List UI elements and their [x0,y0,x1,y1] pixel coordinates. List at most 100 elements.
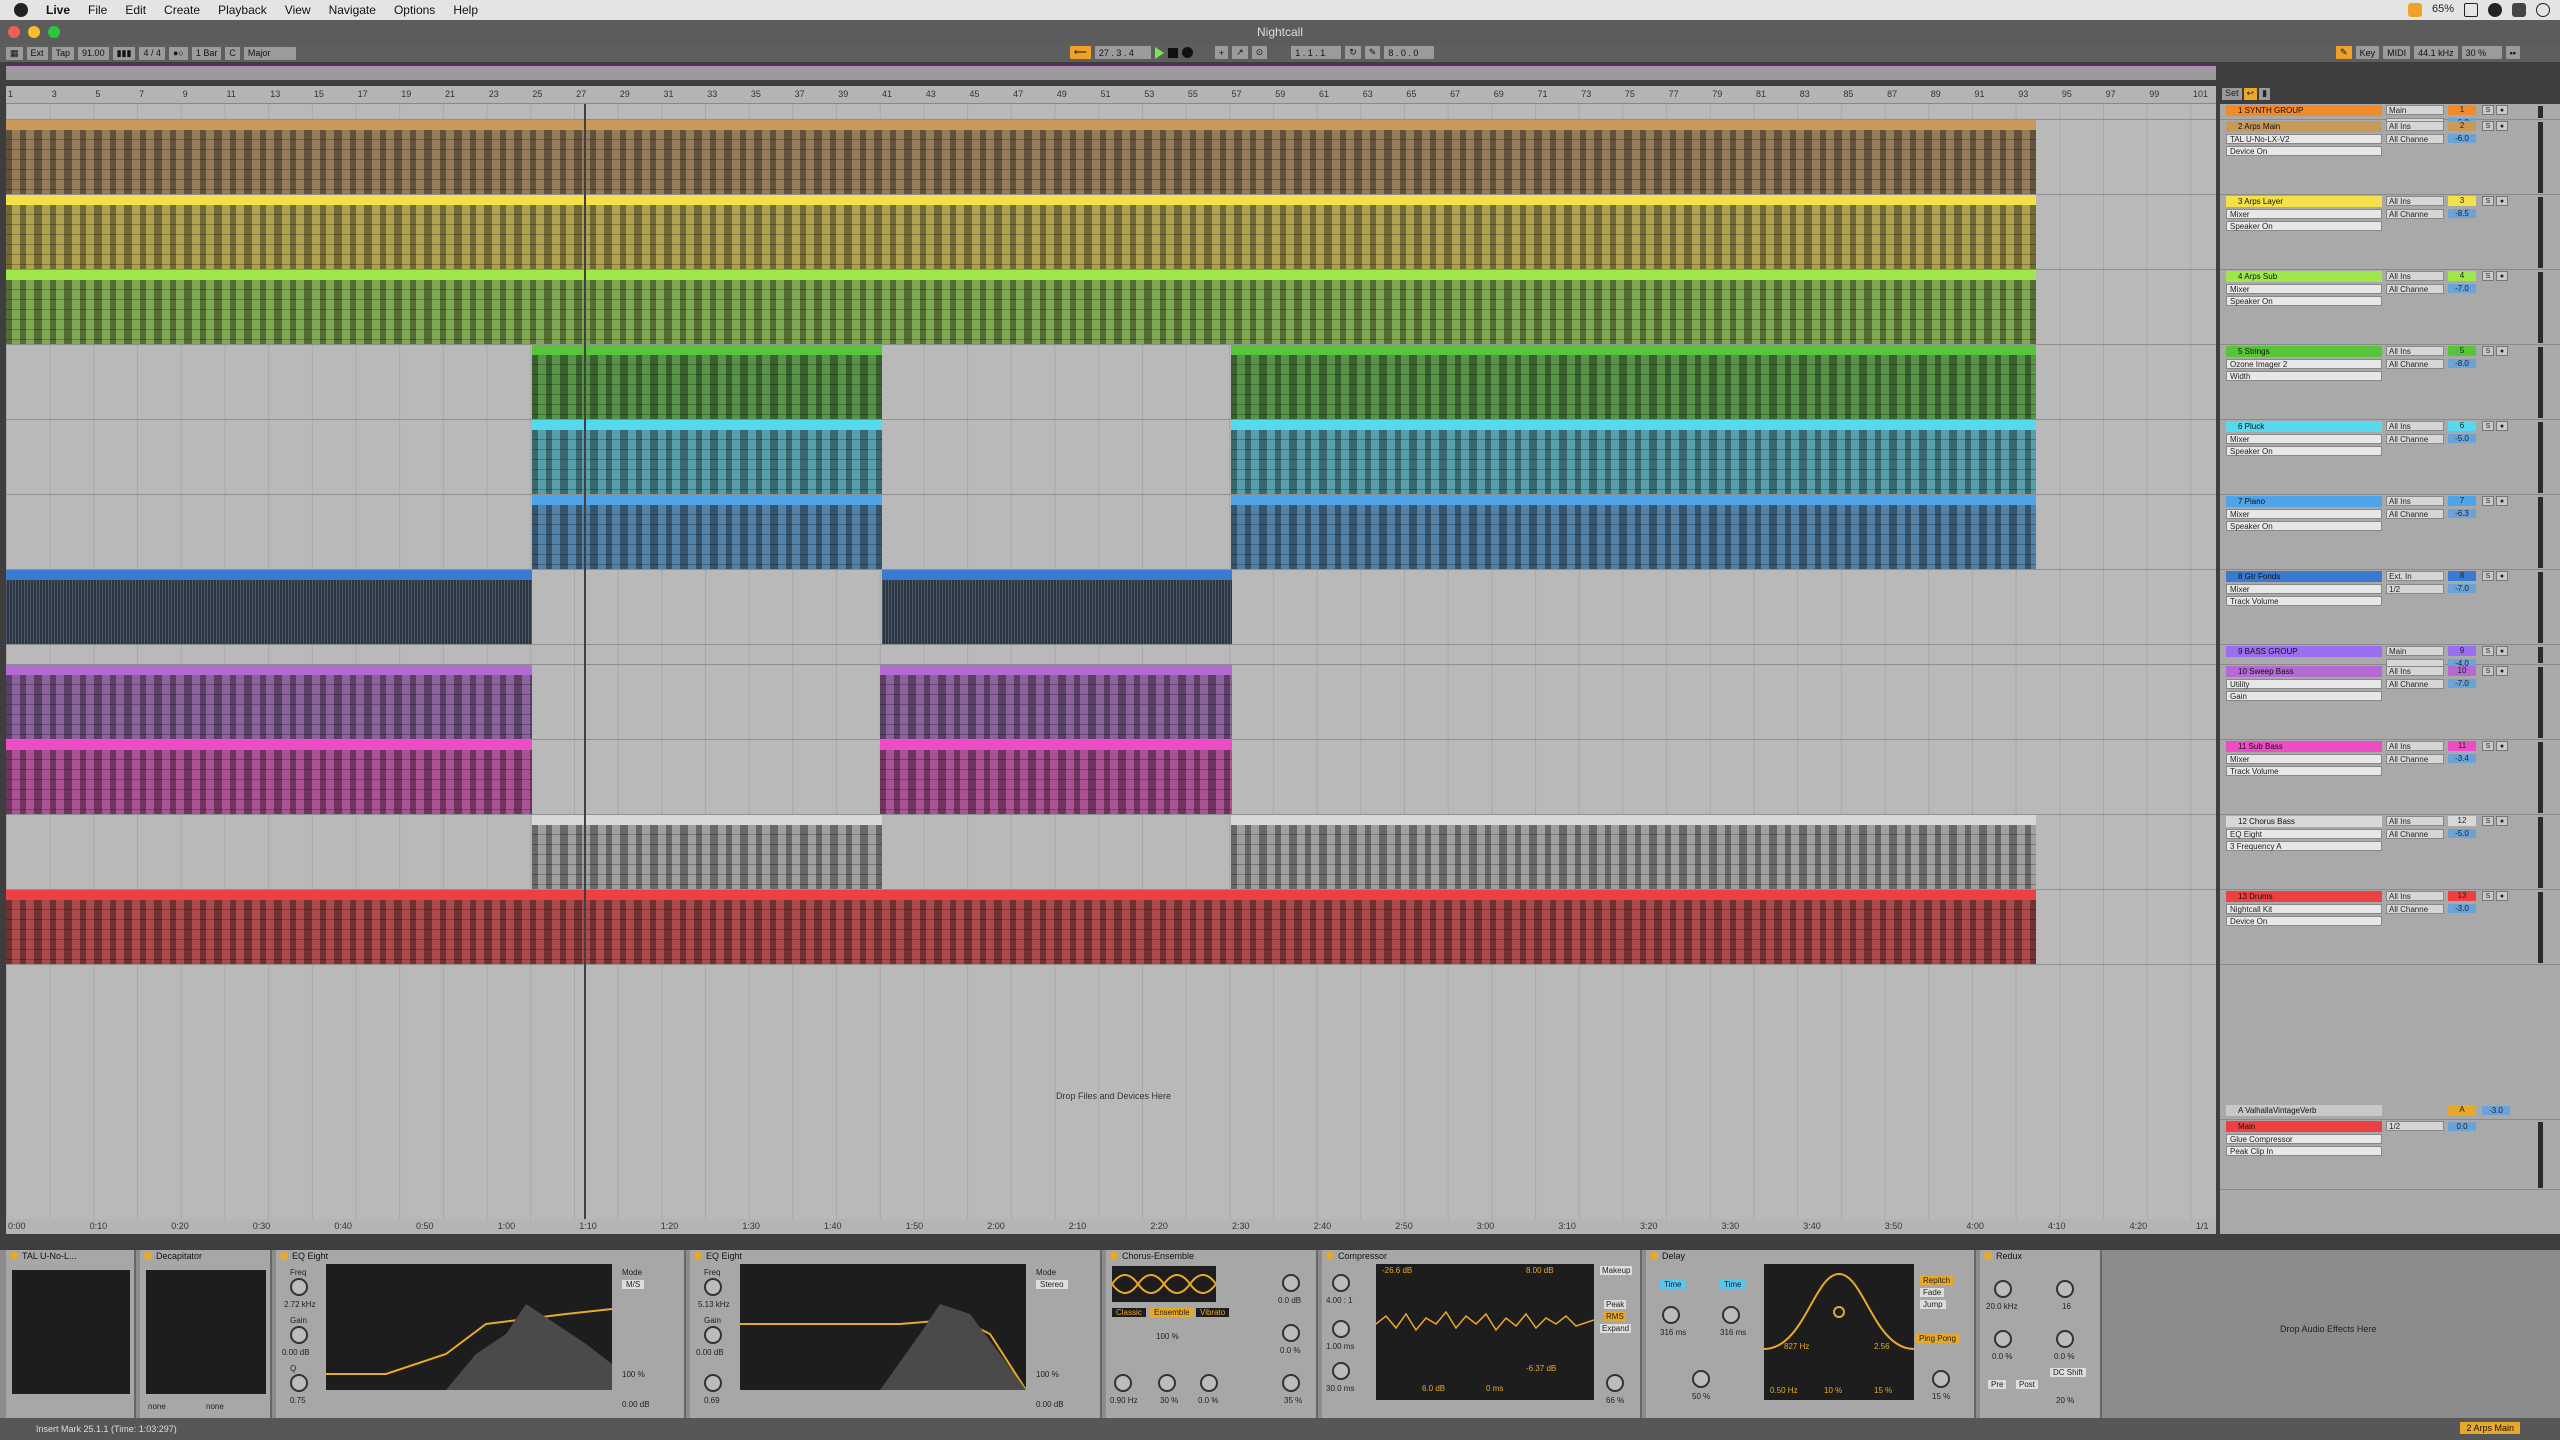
chorus-display[interactable] [1111,1266,1217,1302]
input-type-select[interactable]: Main [2386,105,2444,115]
solo-button[interactable]: S [2482,105,2494,115]
jitter-knob[interactable] [1994,1330,2012,1348]
signature-field[interactable]: 4 / 4 [139,46,165,60]
solo-button[interactable]: S [2482,121,2494,131]
device-title[interactable]: Compressor [1322,1250,1640,1262]
device-tal-u-no[interactable]: TAL U-No-L... [6,1250,136,1418]
track-name[interactable]: 8 Gtr Fonds [2226,571,2382,582]
arrangement-track-lane[interactable] [6,740,2216,815]
midi-clip[interactable] [1231,815,2036,889]
gain-knob[interactable] [704,1326,722,1344]
device-title[interactable]: Redux [1980,1250,2100,1262]
quantize-select[interactable]: 1 Bar [191,46,222,60]
input-channel-select[interactable]: All Channe [2386,754,2444,764]
parameter-chooser[interactable]: Device On [2226,146,2382,156]
mode-ensemble[interactable]: Ensemble [1150,1308,1194,1317]
menu-playback[interactable]: Playback [218,3,267,17]
input-type-select[interactable]: All Ins [2386,891,2444,901]
compressor-display[interactable]: -26.6 dB 8.00 dB -6.37 dB 6.0 dB 0 ms [1376,1264,1594,1400]
track-activator[interactable]: 3 [2448,196,2476,206]
midi-clip[interactable] [6,740,532,814]
track-volume[interactable]: -5.0 [2448,434,2476,443]
midi-clip[interactable] [1231,345,2036,419]
track-volume[interactable]: -5.0 [2448,829,2476,838]
menu-file[interactable]: File [88,3,107,17]
makeup-button[interactable]: Makeup [1600,1266,1633,1275]
solo-button[interactable]: S [2482,666,2494,676]
mode-select[interactable]: M/S [622,1280,645,1289]
arm-button[interactable]: ● [2496,105,2508,115]
track-volume[interactable]: -3.0 [2448,904,2476,913]
arm-button[interactable]: ● [2496,741,2508,751]
tempo-field[interactable]: 91.00 [78,46,109,60]
filter-display[interactable]: 827 Hz 2.56 0.50 Hz 10 % 15 % [1763,1264,1915,1400]
master-track-header[interactable]: Main Glue Compressor Peak Clip In 1/2 0.0 [2220,1120,2560,1190]
user-icon[interactable] [2488,3,2502,17]
minimize-window-icon[interactable] [28,26,40,38]
input-channel-select[interactable]: All Channe [2386,679,2444,689]
input-type-select[interactable]: Ext. In [2386,571,2444,581]
beat-time-ruler[interactable]: 1 3 5 7 9 11 13 15 17 19 21 23 25 27 29 31 33 35 37 39 41 43 4… [6,86,2216,104]
arrangement-view[interactable]: Drop Files and Devices Here [6,104,2216,1219]
parameter-chooser[interactable]: 3 Frequency A [2226,841,2382,851]
midi-clip[interactable] [880,740,1232,814]
left-time-button[interactable]: Time [1660,1280,1686,1289]
device-chooser[interactable]: Glue Compressor [2226,1134,2382,1144]
output-value[interactable]: 0.00 dB [1036,1400,1064,1409]
track-name[interactable]: 3 Arps Layer [2226,196,2382,207]
arm-button[interactable]: ● [2496,271,2508,281]
arm-button[interactable]: ● [2496,196,2508,206]
parameter-chooser[interactable]: Speaker On [2226,521,2382,531]
eq-display[interactable] [326,1264,612,1390]
clip-header[interactable] [1231,495,2036,505]
solo-button[interactable]: S [2482,496,2494,506]
stop-icon[interactable] [1167,47,1178,58]
dc-shift-button[interactable]: DC Shift [2050,1368,2086,1377]
device-chooser[interactable]: Utility [2226,679,2382,689]
lookahead-value[interactable]: 0 ms [1486,1384,1503,1393]
play-icon[interactable] [1154,46,1164,59]
clip-header[interactable] [6,270,2036,280]
threshold-value[interactable]: -26.6 dB [1382,1266,1412,1275]
arm-button[interactable]: ● [2496,421,2508,431]
clip-header[interactable] [880,665,1232,675]
follow-button[interactable]: ⟵ [1070,46,1091,59]
track-activator[interactable]: 13 [2448,891,2476,901]
device-chooser[interactable]: Mixer [2226,754,2382,764]
track-volume[interactable]: -6.3 [2448,509,2476,518]
gain-knob[interactable] [290,1326,308,1344]
arm-button[interactable]: ● [2496,816,2508,826]
macro-select[interactable]: none [206,1402,224,1411]
input-type-select[interactable]: All Ins [2386,496,2444,506]
master-volume[interactable]: 0.0 [2448,1122,2476,1131]
solo-button[interactable]: S [2482,816,2494,826]
arrangement-track-lane[interactable] [6,420,2216,495]
track-header[interactable]: 10 Sweep Bass Utility Gain All Ins All Chann… [2220,665,2560,740]
solo-button[interactable]: S [2482,741,2494,751]
clip-header[interactable] [1231,815,2036,825]
arrangement-track-lane[interactable] [6,120,2216,195]
track-name[interactable]: 2 Arps Main [2226,121,2382,132]
output-value[interactable]: 8.00 dB [1526,1266,1554,1275]
arrangement-track-lane[interactable] [6,815,2216,890]
track-name[interactable]: 7 Piano [2226,496,2382,507]
automation-icon[interactable]: ▮ [2259,88,2271,100]
feedback-knob[interactable] [1692,1370,1710,1388]
arm-button[interactable]: ● [2496,646,2508,656]
track-header[interactable]: 9 BASS GROUPMixerSpeaker OnMain9-4.0S● [2220,645,2560,669]
automation-arm-button[interactable]: ↗ [1232,46,1248,59]
device-redux[interactable]: Redux 20.0 kHz 16 0.0 % 0.0 % Pre Post D… [1980,1250,2102,1418]
input-type-select[interactable]: All Ins [2386,196,2444,206]
input-type-select[interactable]: All Ins [2386,271,2444,281]
close-window-icon[interactable] [8,26,20,38]
device-delay[interactable]: Delay Time Time 316 ms 316 ms 50 % 827 H… [1646,1250,1976,1418]
track-name[interactable]: A ValhallaVintageVerb [2226,1105,2382,1116]
key-map-button[interactable]: Key [2355,46,2380,59]
menu-live[interactable]: Live [46,3,70,17]
track-name[interactable]: 9 BASS GROUP [2226,646,2382,657]
menu-edit[interactable]: Edit [125,3,146,17]
input-channel-select[interactable]: All Channe [2386,904,2444,914]
nudge-buttons[interactable]: ▮▮▮ [112,46,136,60]
link-button[interactable]: ▦ [6,46,23,60]
track-name[interactable]: Main [2226,1121,2382,1132]
